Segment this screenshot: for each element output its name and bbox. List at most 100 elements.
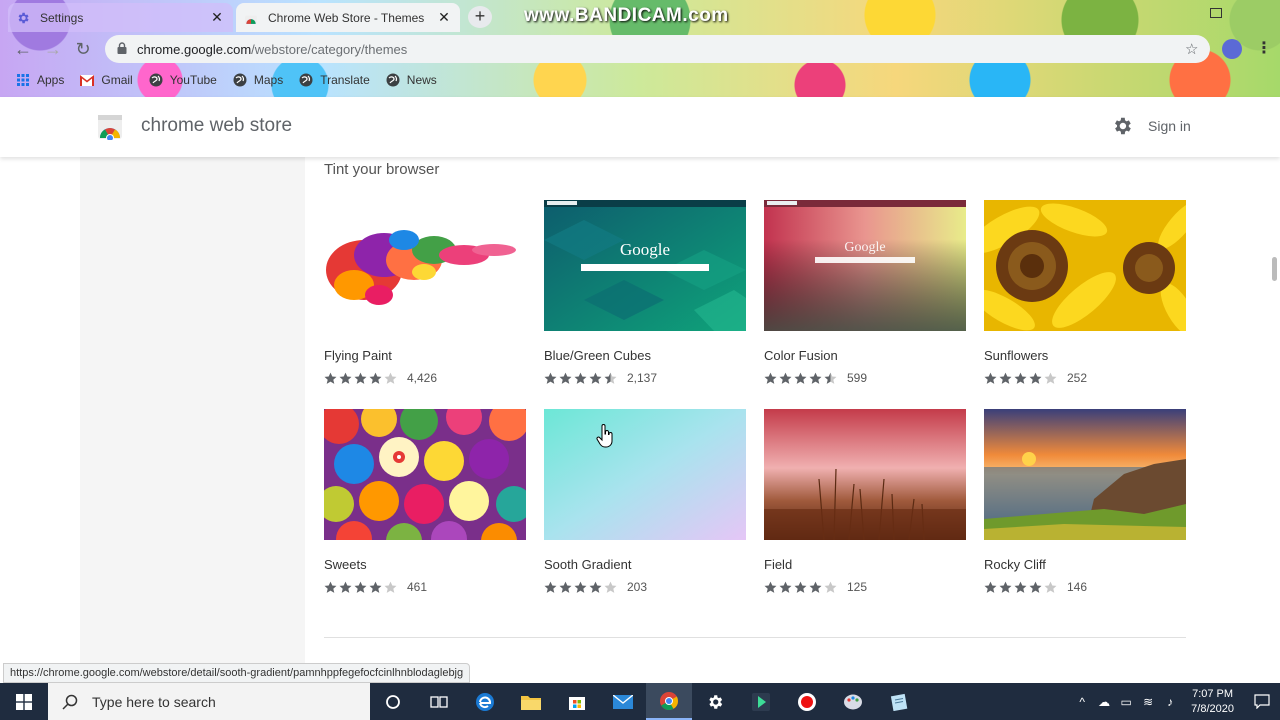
gear-icon <box>16 11 30 25</box>
star-icon <box>384 581 397 594</box>
chrome-web-store-logo[interactable] <box>97 114 123 142</box>
bookmark-label: Apps <box>37 73 65 87</box>
star-icon <box>824 372 837 385</box>
tab-title: Chrome Web Store - Themes <box>268 10 425 25</box>
forward-arrow-icon[interactable]: → <box>43 39 63 59</box>
rating-count: 461 <box>407 580 428 594</box>
theme-thumbnail[interactable] <box>984 409 1186 540</box>
back-arrow-icon[interactable]: ← <box>13 39 33 59</box>
theme-name: Blue/Green Cubes <box>544 348 651 363</box>
settings-gear-icon[interactable] <box>1111 115 1133 137</box>
chrome-icon[interactable] <box>646 683 692 720</box>
taskbar-search-input[interactable]: Type here to search <box>48 683 370 720</box>
speaker-icon[interactable]: ♪ <box>1159 695 1181 709</box>
bookmark-gmail[interactable]: Gmail <box>80 73 133 87</box>
recording-watermark: www.BANDICAM.com <box>524 5 729 26</box>
clock-date: 7/8/2020 <box>1191 702 1234 715</box>
star-icon <box>764 581 777 594</box>
star-icon <box>794 581 807 594</box>
notification-center-icon[interactable] <box>1244 683 1280 720</box>
browser-toolbar: ← → ↻ chrome.google.com/webstore/categor… <box>0 32 1280 66</box>
wifi-icon[interactable]: ≋ <box>1137 695 1159 709</box>
bookmarks-bar: Apps Gmail YouTube Maps Translate News <box>0 66 1280 94</box>
url-path: /webstore/category/themes <box>251 41 408 57</box>
star-rating <box>984 581 1059 594</box>
restore-window-icon[interactable] <box>1210 8 1222 18</box>
theme-thumbnail[interactable]: Google <box>764 200 966 331</box>
globe-icon <box>233 73 247 87</box>
tab-chrome-web-store[interactable]: Chrome Web Store - Themes ✕ <box>236 3 460 32</box>
clock-time: 7:07 PM <box>1192 687 1234 700</box>
theme-thumbnail[interactable] <box>324 200 526 331</box>
settings-gear-icon[interactable] <box>692 683 738 720</box>
bookmark-label: Maps <box>253 73 284 87</box>
mail-icon[interactable] <box>600 683 646 720</box>
theme-card-sooth-gradient[interactable]: Sooth Gradient 203 <box>544 409 746 594</box>
theme-card-color-fusion[interactable]: Google Color Fusion 599 <box>764 200 966 385</box>
reload-icon[interactable]: ↻ <box>73 39 93 59</box>
taskbar-clock[interactable]: 7:07 PM 7/8/2020 <box>1191 687 1234 717</box>
theme-thumbnail[interactable] <box>984 200 1186 331</box>
browser-frame: Settings ✕ Chrome Web Store - Themes ✕ +… <box>0 0 1280 97</box>
theme-thumbnail[interactable] <box>764 409 966 540</box>
cortana-icon[interactable] <box>370 683 416 720</box>
profile-avatar[interactable] <box>1222 39 1242 59</box>
bookmark-translate[interactable]: Translate <box>299 73 370 87</box>
rating-count: 2,137 <box>627 371 658 385</box>
bookmark-label: Translate <box>320 73 370 87</box>
address-bar[interactable]: chrome.google.com/webstore/category/them… <box>105 35 1210 63</box>
theme-card-rocky-cliff[interactable]: Rocky Cliff 146 <box>984 409 1186 594</box>
theme-card-blue-green-cubes[interactable]: Google Blue/Green Cubes 2,137 <box>544 200 746 385</box>
edge-browser-icon[interactable] <box>462 683 508 720</box>
star-rating <box>764 372 839 385</box>
theme-rating: 146 <box>984 580 1186 594</box>
bookmark-apps[interactable]: Apps <box>16 73 64 87</box>
star-icon <box>559 372 572 385</box>
task-view-icon[interactable] <box>416 683 462 720</box>
star-icon <box>824 581 837 594</box>
store-title[interactable]: chrome web store <box>141 115 292 137</box>
bookmark-youtube[interactable]: YouTube <box>149 73 217 87</box>
theme-thumbnail[interactable] <box>544 409 746 540</box>
record-icon[interactable] <box>784 683 830 720</box>
bookmark-news[interactable]: News <box>386 73 437 87</box>
close-icon[interactable]: ✕ <box>209 9 225 26</box>
theme-card-sweets[interactable]: Sweets 461 <box>324 409 526 594</box>
close-icon[interactable]: ✕ <box>436 9 452 26</box>
system-tray: ^ ☁ ▭ ≋ ♪ 7:07 PM 7/8/2020 <box>1071 683 1280 720</box>
theme-thumbnail[interactable] <box>324 409 526 540</box>
new-tab-button[interactable]: + <box>468 6 492 28</box>
theme-card-sunflowers[interactable]: Sunflowers 252 <box>984 200 1186 385</box>
sign-in-link[interactable]: Sign in <box>1148 118 1191 134</box>
star-icon <box>544 372 557 385</box>
theme-card-flying-paint[interactable]: Flying Paint 4,426 <box>324 200 526 385</box>
scrollbar-thumb[interactable] <box>1272 257 1277 281</box>
menu-kebab-icon[interactable]: ⋮ <box>1256 38 1272 58</box>
lock-icon <box>117 41 129 57</box>
globe-icon <box>299 73 313 87</box>
onedrive-cloud-icon[interactable]: ☁ <box>1093 695 1115 709</box>
chevron-up-icon[interactable]: ^ <box>1071 695 1093 709</box>
windows-start-icon[interactable] <box>0 683 48 720</box>
tab-settings[interactable]: Settings ✕ <box>8 3 233 32</box>
star-icon <box>779 372 792 385</box>
star-icon <box>1029 372 1042 385</box>
notepad-icon[interactable] <box>876 683 922 720</box>
microsoft-store-icon[interactable] <box>554 683 600 720</box>
bookmark-star-icon[interactable]: ☆ <box>1185 40 1198 58</box>
star-icon <box>984 372 997 385</box>
paint-palette-icon[interactable] <box>830 683 876 720</box>
battery-icon[interactable]: ▭ <box>1115 695 1137 709</box>
theme-name: Flying Paint <box>324 348 392 363</box>
star-icon <box>589 372 602 385</box>
media-app-icon[interactable] <box>738 683 784 720</box>
rating-count: 4,426 <box>407 371 438 385</box>
theme-thumbnail[interactable]: Google <box>544 200 746 331</box>
star-icon <box>369 372 382 385</box>
theme-name: Sunflowers <box>984 348 1049 363</box>
star-icon <box>999 372 1012 385</box>
file-explorer-icon[interactable] <box>508 683 554 720</box>
bookmark-maps[interactable]: Maps <box>233 73 283 87</box>
theme-card-field[interactable]: Field 125 <box>764 409 966 594</box>
bookmark-label: Gmail <box>101 73 133 87</box>
